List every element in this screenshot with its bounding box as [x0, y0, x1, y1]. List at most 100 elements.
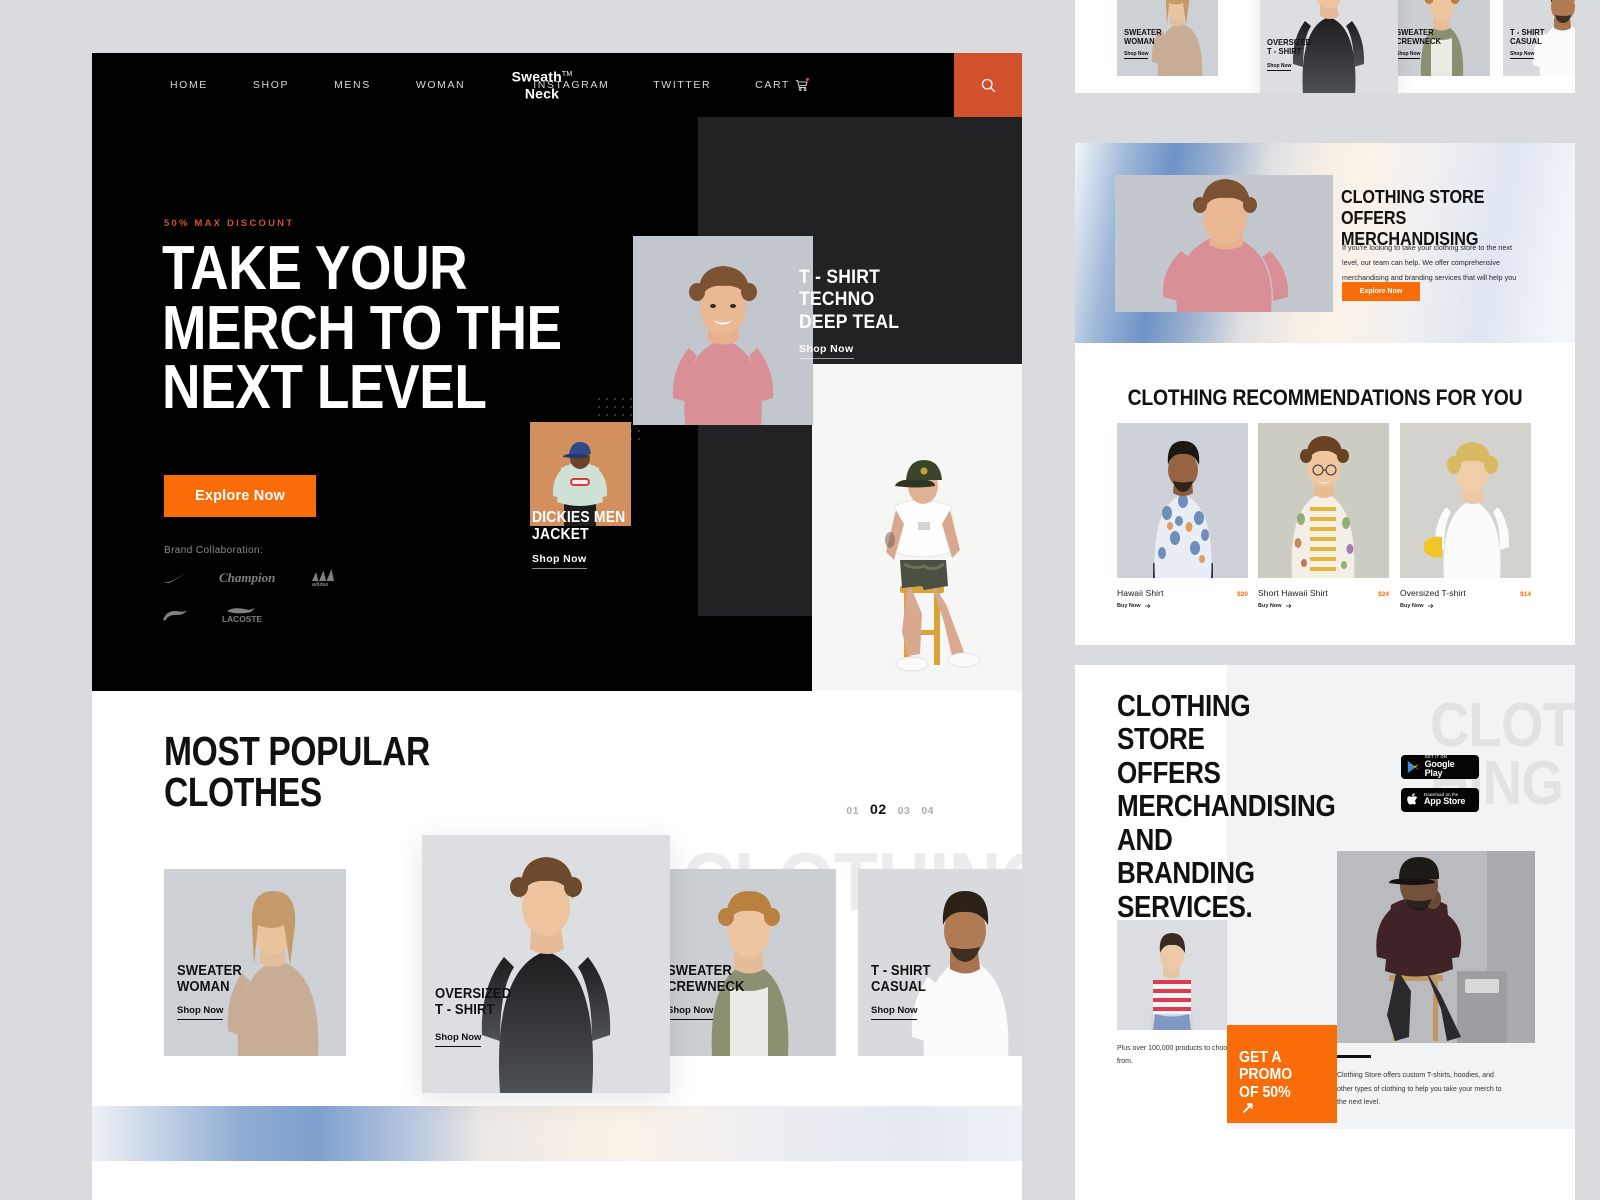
right-panel-gap-1 — [1075, 93, 1575, 143]
arrow-right-icon — [1427, 603, 1433, 609]
app-store-badges: GET IT ON Google Play Download on the Ap… — [1401, 754, 1479, 812]
nav-links-right: INSTAGRAM TWITTER CART — [533, 77, 809, 92]
popular-card-2-title: OVERSIZED T - SHIRT — [435, 986, 512, 1018]
search-button[interactable] — [954, 53, 1022, 117]
recommendation-3-meta: Oversized T-shirt $14 — [1400, 588, 1531, 598]
recommendation-3-buy-label: Buy Now — [1400, 603, 1424, 609]
hero-card-tshirt-title: T - SHIRT TECHNO DEEP TEAL — [799, 267, 900, 333]
cart-label: CART — [755, 79, 790, 91]
hero-explore-button[interactable]: Explore Now — [164, 475, 316, 517]
cta-plus-products-text: Plus over 100,000 products to choose fro… — [1117, 1045, 1235, 1065]
brand-logo[interactable]: SweathTM Neck — [512, 68, 573, 101]
nav-link-mens[interactable]: MENS — [334, 79, 371, 91]
recommendations-heading: CLOTHING RECOMMENDATIONS FOR YOU — [1127, 385, 1523, 410]
recommendation-3-photo — [1400, 423, 1531, 578]
recommendation-1-photo — [1117, 423, 1248, 578]
cta-photo-striped-model — [1117, 920, 1227, 1030]
right-popular-strip: SWEATER WOMAN Shop Now OVERSIZED T - SHI… — [1075, 0, 1575, 93]
pager-item-03[interactable]: 03 — [898, 805, 911, 817]
bottom-gradient-band — [92, 1106, 1022, 1161]
popular-card-oversized-tshirt[interactable]: OVERSIZED T - SHIRT Shop Now — [422, 835, 670, 1093]
mini-card-2-shop-link[interactable]: Shop Now — [1267, 63, 1292, 71]
brand-logo-name: Sweath — [511, 68, 562, 85]
svg-text:adidas: adidas — [312, 582, 329, 586]
offers-banner-section: CLOTHING STORE OFFERS MERCHANDISING If y… — [1075, 143, 1575, 343]
app-store-badge[interactable]: Download on the App Store — [1401, 788, 1479, 812]
hero-card-tshirt-info: T - SHIRT TECHNO DEEP TEAL Shop Now — [799, 267, 908, 360]
mini-card-1-title: SWEATER WOMAN — [1124, 27, 1162, 47]
recommendation-card-2[interactable]: Short Hawaii Shirt $24 Buy Now — [1258, 423, 1389, 609]
hero-block-white — [812, 364, 1022, 691]
cart-icon — [795, 77, 809, 92]
cta-photo-seated-model — [1337, 851, 1535, 1043]
recommendation-2-meta: Short Hawaii Shirt $24 — [1258, 588, 1389, 598]
recommendation-3-price: $14 — [1520, 591, 1531, 598]
popular-card-2-shop-link[interactable]: Shop Now — [435, 1032, 482, 1047]
hero-card-dickies-shop-link[interactable]: Shop Now — [532, 553, 587, 569]
apple-icon — [1407, 793, 1418, 805]
recommendation-1-buy-link[interactable]: Buy Now — [1117, 603, 1248, 609]
popular-card-tshirt-casual[interactable]: T - SHIRT CASUAL Shop Now — [858, 869, 1022, 1056]
mini-card-3-shop-link[interactable]: Shop Now — [1396, 51, 1421, 59]
mini-card-4-title: T - SHIRT CASUAL — [1510, 27, 1545, 47]
lacoste-logo-icon: LACOSTE — [219, 605, 267, 623]
recommendation-1-buy-label: Buy Now — [1117, 603, 1141, 609]
popular-card-sweater-crewneck[interactable]: SWEATER CREWNECK Shop Now — [654, 869, 836, 1056]
promo-card[interactable]: GET A PROMO OF 50% ↗ — [1227, 1025, 1337, 1123]
nike-logo-icon — [162, 572, 188, 583]
nav-link-twitter[interactable]: TWITTER — [653, 79, 711, 91]
google-play-badge[interactable]: GET IT ON Google Play — [1401, 754, 1479, 779]
brand-logo-sub: Neck — [524, 85, 560, 101]
cta-heading: CLOTHING STORE OFFERS MERCHANDISING AND … — [1117, 688, 1336, 924]
hero-card-dickies-title: DICKIES MEN JACKET — [532, 509, 626, 544]
offers-explore-button[interactable]: Explore Now — [1342, 282, 1420, 301]
most-popular-heading: MOST POPULAR CLOTHES — [164, 728, 430, 815]
popular-card-1-shop-link[interactable]: Shop Now — [177, 1005, 224, 1020]
hero-model-seated-photo — [812, 364, 1022, 691]
svg-text:Champion: Champion — [219, 570, 275, 585]
pager-item-02[interactable]: 02 — [870, 801, 887, 817]
recommendations-section: CLOTHING RECOMMENDATIONS FOR YOU Hawaii … — [1075, 343, 1575, 645]
popular-card-3-shop-link[interactable]: Shop Now — [667, 1005, 714, 1020]
google-play-badge-text: GET IT ON Google Play — [1425, 754, 1473, 778]
nav-link-cart[interactable]: CART — [755, 77, 809, 92]
hero-section: 50% MAX DISCOUNT TAKE YOUR MERCH TO THE … — [92, 117, 1022, 691]
mini-card-tshirt-casual[interactable]: T - SHIRT CASUAL Shop Now — [1503, 0, 1575, 76]
recommendation-3-name: Oversized T-shirt — [1400, 588, 1466, 598]
offers-model-photo — [1115, 175, 1333, 312]
recommendation-2-price: $24 — [1378, 591, 1389, 598]
popular-card-sweater-woman[interactable]: SWEATER WOMAN Shop Now — [164, 869, 346, 1056]
arrow-right-icon — [1144, 603, 1150, 609]
pager-item-04[interactable]: 04 — [921, 805, 934, 817]
nav-link-woman[interactable]: WOMAN — [416, 79, 465, 91]
recommendation-3-buy-link[interactable]: Buy Now — [1400, 603, 1531, 609]
brand-logo-tm: TM — [561, 70, 573, 78]
brand-collaboration-label: Brand Collaboration: — [164, 545, 264, 556]
mini-card-sweater-woman[interactable]: SWEATER WOMAN Shop Now — [1117, 0, 1218, 76]
mini-card-oversized-tshirt[interactable]: OVERSIZED T - SHIRT Shop Now — [1260, 0, 1398, 93]
cta-section: CLOT HING CLOTHING STORE OFFERS MERCHAND… — [1075, 665, 1575, 1200]
promo-card-text: GET A PROMO OF 50% — [1239, 1049, 1293, 1101]
mini-card-4-shop-link[interactable]: Shop Now — [1510, 51, 1535, 59]
mini-card-2-title: OVERSIZED T - SHIRT — [1267, 37, 1312, 57]
popular-card-1-title: SWEATER WOMAN — [177, 963, 242, 995]
hero-card-tshirt-photo[interactable] — [633, 236, 813, 425]
right-preview-panel: SWEATER WOMAN Shop Now OVERSIZED T - SHI… — [1075, 0, 1575, 1200]
popular-card-4-shop-link[interactable]: Shop Now — [871, 1005, 918, 1020]
recommendation-1-price: $20 — [1237, 591, 1248, 598]
nav-link-home[interactable]: HOME — [170, 79, 208, 91]
nav-link-shop[interactable]: SHOP — [253, 79, 289, 91]
recommendation-2-buy-link[interactable]: Buy Now — [1258, 603, 1389, 609]
popular-card-3-title: SWEATER CREWNECK — [667, 963, 745, 995]
arrow-right-icon — [1285, 603, 1291, 609]
hero-card-dickies-info: DICKIES MEN JACKET Shop Now — [532, 509, 636, 569]
hero-card-tshirt-shop-link[interactable]: Shop Now — [799, 343, 854, 360]
champion-logo-icon: Champion — [219, 570, 279, 585]
recommendation-card-1[interactable]: Hawaii Shirt $20 Buy Now — [1117, 423, 1248, 609]
recommendation-card-3[interactable]: Oversized T-shirt $14 Buy Now — [1400, 423, 1531, 609]
recommendation-1-meta: Hawaii Shirt $20 — [1117, 588, 1248, 598]
mini-card-sweater-crewneck[interactable]: SWEATER CREWNECK Shop Now — [1389, 0, 1490, 76]
pager-item-01[interactable]: 01 — [846, 805, 859, 817]
mini-card-1-shop-link[interactable]: Shop Now — [1124, 51, 1149, 59]
brand-logos-row-2: LACOSTE — [162, 605, 267, 623]
